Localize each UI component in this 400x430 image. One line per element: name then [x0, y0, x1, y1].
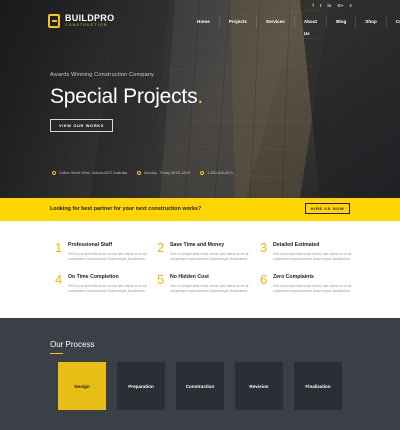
hours-text: Monday - Friday 08:00-18:00	[144, 171, 191, 175]
feature-title: On Time Completion	[68, 274, 119, 280]
feature-number: 3	[260, 240, 268, 255]
feature-item: 5 No Hidden Cost Sed ut perspiciatis und…	[157, 273, 250, 294]
feature-title: Zero Complaints	[273, 274, 314, 280]
hero-title-dot: .	[197, 85, 204, 108]
hero-kicker: Awards Winning Construction Company	[50, 72, 155, 78]
brand-tagline: CONSTRUCTION	[65, 23, 108, 28]
feature-number: 6	[260, 272, 268, 287]
feature-number: 4	[55, 272, 63, 287]
feature-description: Sed ut perspiciatis unde omnis iste natu…	[273, 284, 352, 293]
site-header: BUILDPRO CONSTRUCTION f t in G+ ⌕ Home P…	[0, 0, 400, 46]
process-step-revision[interactable]: Revision	[235, 362, 283, 410]
address-text: Collins Street West, Victoria 8007 Austr…	[59, 171, 128, 175]
feature-description: Sed ut perspiciatis unde omnis iste natu…	[170, 284, 249, 293]
nav-item-projects[interactable]: Projects	[218, 16, 256, 28]
feature-number: 1	[55, 240, 63, 255]
cta-text: Looking for best partner for your next c…	[50, 206, 202, 212]
cta-band: Looking for best partner for your next c…	[0, 198, 400, 221]
feature-description: Sed ut perspiciatis unde omnis iste natu…	[68, 284, 147, 293]
process-step-preparation[interactable]: Preparation	[117, 362, 165, 410]
main-nav: Home Projects Services About Us Blog Sho…	[188, 16, 400, 36]
process-step-finalization[interactable]: Finalization	[294, 362, 342, 410]
feature-description: Sed ut perspiciatis unde omnis iste natu…	[273, 252, 352, 261]
nav-item-about-us[interactable]: About Us	[293, 16, 326, 36]
feature-description: Sed ut perspiciatis unde omnis iste natu…	[170, 252, 249, 261]
phone-text[interactable]: 1-800-845-6570	[207, 171, 233, 175]
google-plus-icon[interactable]: G+	[337, 3, 343, 8]
hero-content: Awards Winning Construction Company Spec…	[50, 72, 203, 132]
feature-number: 2	[157, 240, 165, 255]
hours-info: Monday - Friday 08:00-18:00	[137, 171, 190, 175]
brand-logo[interactable]: BUILDPRO CONSTRUCTION	[48, 14, 114, 28]
feature-item: 2 Save Time and Money Sed ut perspiciati…	[157, 241, 250, 262]
feature-item: 3 Detailed Estimated Sed ut perspiciatis…	[260, 241, 353, 262]
nav-item-contact[interactable]: Contact	[385, 16, 400, 28]
contact-info-bar: Collins Street West, Victoria 8007 Austr…	[52, 171, 233, 175]
search-icon[interactable]: ⌕	[349, 3, 352, 8]
feature-item: 1 Professional Staff Sed ut perspiciatis…	[55, 241, 148, 262]
hire-us-button[interactable]: HIRE US NOW	[305, 203, 350, 214]
phone-info: 1-800-845-6570	[200, 171, 233, 175]
process-title: Our Process	[50, 340, 95, 349]
feature-description: Sed ut perspiciatis unde omnis iste natu…	[68, 252, 147, 261]
linkedin-icon[interactable]: in	[327, 3, 331, 8]
hero-section: BUILDPRO CONSTRUCTION f t in G+ ⌕ Home P…	[0, 0, 400, 198]
social-links: f t in G+ ⌕	[312, 3, 352, 8]
phone-icon	[200, 171, 205, 175]
facebook-icon[interactable]: f	[312, 3, 314, 8]
twitter-icon[interactable]: t	[320, 3, 322, 8]
address-info: Collins Street West, Victoria 8007 Austr…	[52, 171, 127, 175]
hero-title-text: Special Projects	[50, 85, 198, 108]
features-section: 1 Professional Staff Sed ut perspiciatis…	[0, 221, 400, 318]
feature-item: 6 Zero Complaints Sed ut perspiciatis un…	[260, 273, 353, 294]
nav-item-blog[interactable]: Blog	[326, 16, 355, 28]
nav-item-shop[interactable]: Shop	[355, 16, 385, 28]
brand-name: BUILDPRO	[65, 13, 115, 24]
logo-text: BUILDPRO CONSTRUCTION	[65, 14, 114, 28]
process-step-construction[interactable]: Construction	[176, 362, 224, 410]
hero-title: Special Projects.	[50, 85, 203, 109]
location-icon	[52, 171, 56, 175]
feature-item: 4 On Time Completion Sed ut perspiciatis…	[55, 273, 148, 294]
view-works-button[interactable]: VIEW OUR WORKS	[50, 119, 114, 132]
logo-icon	[48, 14, 60, 28]
feature-title: Professional Staff	[68, 242, 113, 248]
process-section: Our Process Design Preparation Construct…	[0, 318, 400, 430]
title-underline	[50, 353, 63, 354]
clock-icon	[137, 171, 142, 175]
nav-item-home[interactable]: Home	[188, 16, 219, 28]
feature-title: Detailed Estimated	[273, 242, 320, 248]
feature-number: 5	[157, 272, 165, 287]
nav-item-services[interactable]: Services	[255, 16, 294, 28]
feature-title: No Hidden Cost	[170, 274, 209, 280]
feature-title: Save Time and Money	[170, 242, 225, 248]
process-step-design[interactable]: Design	[58, 362, 106, 410]
